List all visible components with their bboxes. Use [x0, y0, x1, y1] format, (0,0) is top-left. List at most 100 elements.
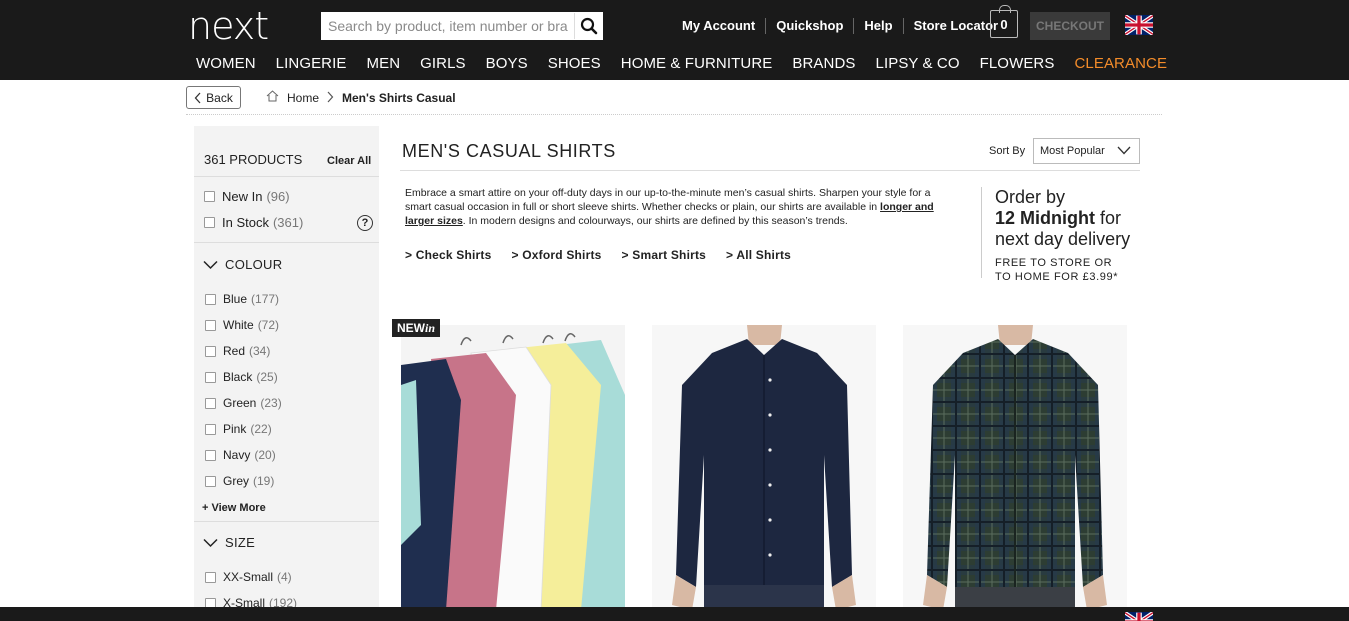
promo-highlight: 12 Midnight: [995, 208, 1095, 228]
filter-colour-blue[interactable]: Blue (177): [205, 292, 279, 306]
product-tile[interactable]: [652, 325, 876, 610]
filter-count: (4): [277, 570, 292, 584]
promo-line: next day delivery: [995, 229, 1131, 249]
product-image[interactable]: [903, 325, 1127, 610]
product-image[interactable]: [652, 325, 876, 610]
nav-men[interactable]: MEN: [357, 56, 411, 72]
back-label: Back: [206, 90, 233, 105]
filter-colour-grey[interactable]: Grey (19): [205, 474, 274, 488]
back-button[interactable]: Back: [186, 86, 241, 109]
divider: [194, 176, 379, 177]
filter-in-stock[interactable]: In Stock (361): [204, 215, 303, 230]
delivery-promo: Order by 12 Midnight for next day delive…: [981, 187, 1151, 283]
home-icon: [266, 90, 279, 102]
nav-flowers[interactable]: FLOWERS: [970, 56, 1065, 72]
filter-new-in[interactable]: New In (96): [204, 189, 290, 204]
size-heading: SIZE: [225, 535, 256, 550]
checkbox[interactable]: [205, 319, 216, 331]
search-button[interactable]: [574, 13, 602, 39]
filter-count: (22): [250, 422, 272, 436]
nav-lipsy[interactable]: LIPSY & CO: [866, 56, 970, 72]
product-tile[interactable]: [401, 325, 625, 610]
shopping-bag-icon[interactable]: 0: [990, 5, 1018, 38]
sort-label: Sort By: [989, 145, 1026, 157]
filter-count: (20): [254, 448, 276, 462]
nav-girls[interactable]: GIRLS: [410, 56, 476, 72]
all-shirts-link[interactable]: > All Shirts: [726, 248, 791, 262]
filter-label: White: [223, 318, 254, 332]
search-input[interactable]: [322, 13, 574, 39]
filter-count: (177): [251, 292, 280, 306]
checkbox[interactable]: [205, 475, 216, 487]
badge-text: NEW: [397, 321, 425, 335]
main-nav: WOMEN LINGERIE MEN GIRLS BOYS SHOES HOME…: [186, 56, 1177, 72]
checkbox[interactable]: [204, 191, 215, 202]
uk-flag-icon[interactable]: [1125, 612, 1153, 621]
checkbox[interactable]: [205, 449, 216, 461]
filter-count: (96): [266, 189, 290, 204]
colour-section-header[interactable]: COLOUR: [203, 257, 282, 272]
clear-all-link[interactable]: Clear All: [327, 155, 371, 167]
filter-label: Green: [223, 396, 257, 410]
checkbox[interactable]: [205, 345, 216, 357]
oxford-shirts-link[interactable]: > Oxford Shirts: [512, 248, 602, 262]
checkbox[interactable]: [205, 571, 216, 583]
quick-links: > Check Shirts > Oxford Shirts > Smart S…: [405, 248, 811, 262]
breadcrumb-home[interactable]: Home: [287, 91, 319, 105]
checkbox[interactable]: [205, 423, 216, 435]
filter-count: (72): [257, 318, 280, 332]
quickshop-link[interactable]: Quickshop: [766, 18, 855, 34]
chevron-down-icon: [1117, 146, 1131, 155]
filter-size-xxs[interactable]: XX-Small (4): [205, 570, 292, 584]
filter-colour-navy[interactable]: Navy (20): [205, 448, 276, 462]
filter-colour-black[interactable]: Black (25): [205, 370, 278, 384]
chevron-left-icon: [194, 92, 201, 103]
uk-flag-icon[interactable]: [1125, 15, 1153, 35]
divider: [400, 170, 1140, 171]
smart-shirts-link[interactable]: > Smart Shirts: [622, 248, 707, 262]
check-shirts-link[interactable]: > Check Shirts: [405, 248, 492, 262]
product-image[interactable]: [401, 325, 625, 610]
filter-colour-pink[interactable]: Pink (22): [205, 422, 272, 436]
filter-count: (34): [249, 344, 271, 358]
breadcrumb: Back Home Men's Shirts Casual: [186, 84, 1162, 115]
nav-home-furniture[interactable]: HOME & FURNITURE: [611, 56, 783, 72]
utility-links: My Account Quickshop Help Store Locator: [672, 18, 1008, 34]
filter-colour-red[interactable]: Red (34): [205, 344, 270, 358]
product-tile[interactable]: [903, 325, 1127, 610]
filter-label: Black: [223, 370, 253, 384]
nav-lingerie[interactable]: LINGERIE: [266, 56, 357, 72]
nav-brands[interactable]: BRANDS: [782, 56, 865, 72]
filter-label: Navy: [223, 448, 251, 462]
nav-clearance[interactable]: CLEARANCE: [1064, 56, 1177, 72]
search-box: [321, 12, 603, 40]
chevron-down-icon: [203, 538, 218, 547]
sort-value: Most Popular: [1040, 145, 1105, 157]
nav-boys[interactable]: BOYS: [476, 56, 538, 72]
footer-bar: [0, 607, 1349, 621]
description-text: . In modern designs and colourways, our …: [462, 215, 848, 227]
checkout-button[interactable]: CHECKOUT: [1030, 12, 1110, 40]
next-logo[interactable]: next: [188, 4, 269, 48]
help-icon[interactable]: ?: [357, 215, 373, 231]
help-link[interactable]: Help: [854, 18, 904, 34]
promo-small: FREE TO STORE OR TO HOME FOR £3.99*: [995, 256, 1151, 284]
nav-women[interactable]: WOMEN: [186, 56, 266, 72]
filter-label: New In: [222, 189, 263, 204]
filter-colour-white[interactable]: White (72): [205, 318, 279, 332]
checkbox[interactable]: [205, 293, 216, 305]
promo-line: 12 Midnight for: [995, 208, 1151, 229]
promo-line: Order by: [995, 187, 1066, 207]
badge-text-italic: in: [425, 321, 436, 335]
divider: [194, 521, 379, 522]
my-account-link[interactable]: My Account: [672, 18, 767, 34]
product-count: 361 PRODUCTS: [204, 152, 303, 167]
checkbox[interactable]: [205, 397, 216, 409]
view-more-link[interactable]: + View More: [202, 502, 266, 514]
sort-dropdown[interactable]: Most Popular: [1033, 138, 1140, 164]
size-section-header[interactable]: SIZE: [203, 535, 255, 550]
checkbox[interactable]: [205, 371, 216, 383]
nav-shoes[interactable]: SHOES: [538, 56, 611, 72]
checkbox[interactable]: [204, 217, 215, 228]
filter-colour-green[interactable]: Green (23): [205, 396, 282, 410]
